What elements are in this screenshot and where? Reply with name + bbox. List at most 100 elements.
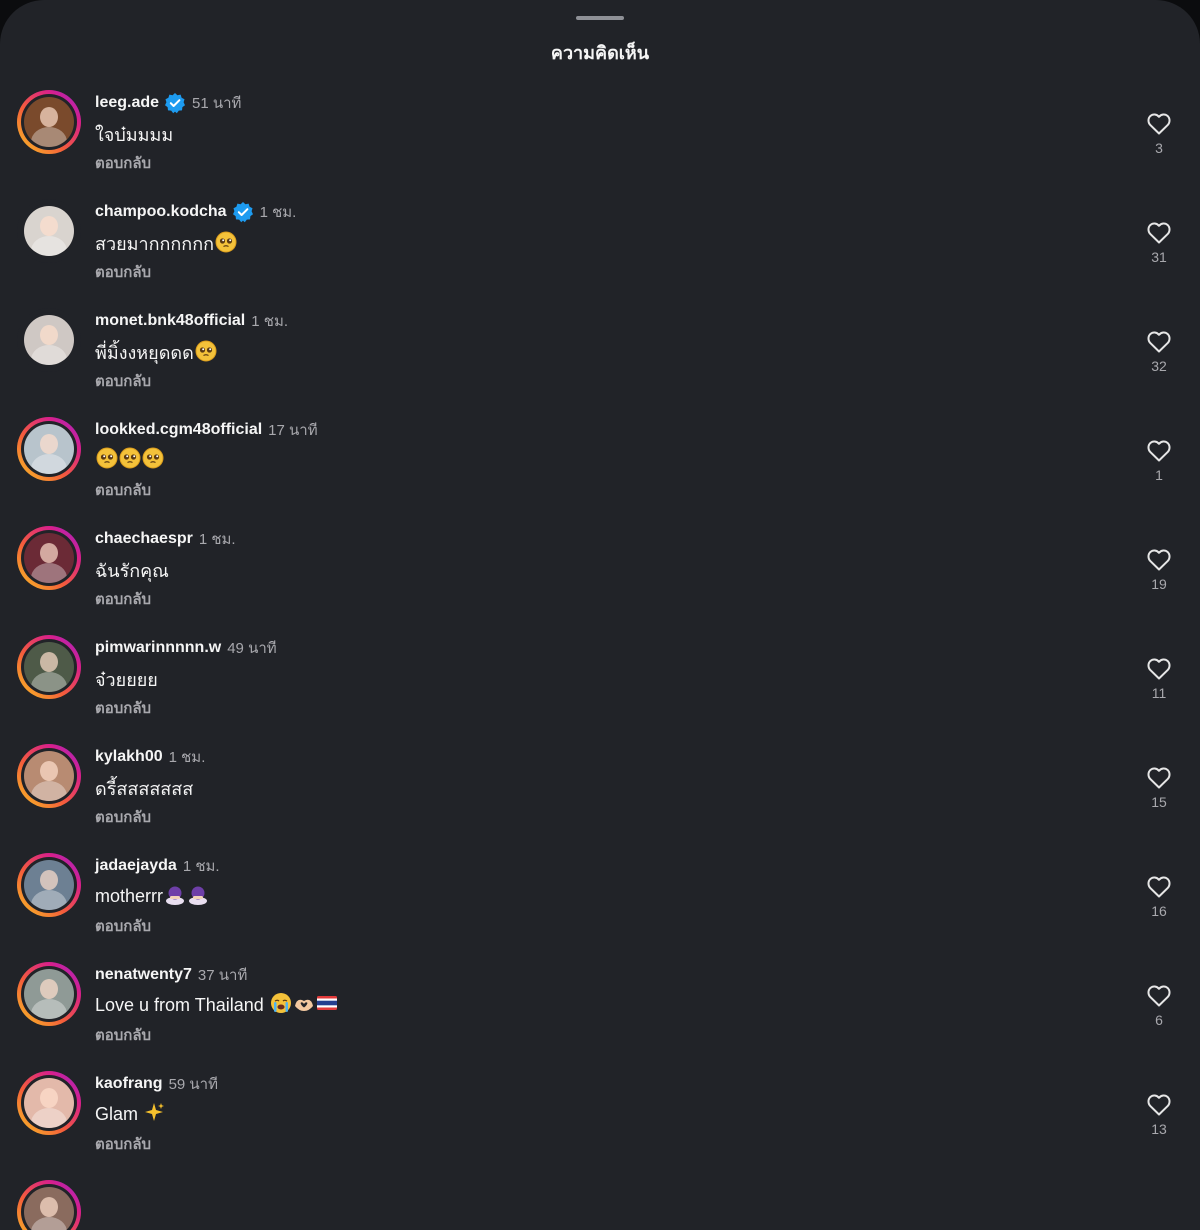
- like-button[interactable]: 19: [1138, 548, 1180, 598]
- comment-time: 51 นาที: [192, 95, 242, 112]
- comment-text: พี่มิ้งงหยุดดด: [95, 338, 217, 367]
- heart-icon[interactable]: [1138, 766, 1180, 790]
- like-button[interactable]: 6: [1138, 984, 1180, 1034]
- avatar[interactable]: [17, 962, 81, 1026]
- comment-text-body: Love u from Thailand: [95, 995, 269, 1015]
- comment-time: 1 ชม.: [168, 749, 206, 766]
- comments-sheet: ความคิดเห็น leeg.ade 51 นาที ใจบ๋มมมม ตอบกล…: [0, 0, 1200, 1230]
- pleading-face-emoji: [95, 447, 118, 470]
- comment-time: 17 นาที: [268, 422, 318, 439]
- pleading-face-emoji: [214, 231, 237, 254]
- heart-icon[interactable]: [1138, 221, 1180, 245]
- drag-handle[interactable]: [576, 16, 624, 20]
- comment-time: 1 ชม.: [182, 858, 220, 875]
- avatar[interactable]: [17, 308, 81, 372]
- comment-header: champoo.kodcha 1 ชม.: [95, 201, 296, 223]
- verified-badge-icon: [232, 201, 254, 223]
- comment-row: kaofrang 59 นาที Glam ตอบกลับ 13: [0, 1068, 1200, 1177]
- pleading-face-emoji: [118, 447, 141, 470]
- reply-button[interactable]: ตอบกลับ: [95, 478, 151, 502]
- avatar[interactable]: [17, 1180, 81, 1230]
- like-button[interactable]: 16: [1138, 875, 1180, 925]
- comment-time: 49 นาที: [227, 640, 277, 657]
- comment-text-body: ใจบ๋มมมม: [95, 125, 174, 145]
- heart-icon[interactable]: [1138, 548, 1180, 572]
- comment-text: ใจบ๋มมมม: [95, 120, 173, 149]
- heart-icon[interactable]: [1138, 112, 1180, 136]
- reply-button[interactable]: ตอบกลับ: [95, 1023, 151, 1047]
- comment-row: pimwarinnnnn.w 49 นาทีจ๋วยยยยตอบกลับ 11: [0, 632, 1200, 741]
- like-button[interactable]: 1: [1138, 439, 1180, 489]
- flag-thailand-emoji: [315, 995, 338, 1015]
- heart-icon[interactable]: [1138, 439, 1180, 463]
- comment-text: motherrr: [95, 883, 209, 907]
- like-button[interactable]: 13: [1138, 1093, 1180, 1143]
- comment-header: nenatwenty7 37 นาที: [95, 964, 247, 986]
- pleading-face-emoji: [194, 340, 217, 363]
- username[interactable]: champoo.kodcha: [95, 203, 227, 221]
- avatar[interactable]: [17, 90, 81, 154]
- comment-row: jadaejayda 1 ชม. motherrr ตอบกลับ 16: [0, 850, 1200, 959]
- reply-button[interactable]: ตอบกลับ: [95, 587, 151, 611]
- like-count: 3: [1155, 140, 1163, 156]
- username[interactable]: chaechaespr: [95, 530, 193, 548]
- heart-icon[interactable]: [1138, 1093, 1180, 1117]
- username[interactable]: nenatwenty7: [95, 966, 192, 984]
- username[interactable]: jadaejayda: [95, 857, 177, 875]
- comment-time: 1 ชม.: [251, 313, 288, 330]
- avatar[interactable]: [17, 1071, 81, 1135]
- comment-text: ฉันรักคุณ: [95, 556, 169, 585]
- reply-button[interactable]: ตอบกลับ: [95, 260, 151, 284]
- comment-text-body: พี่มิ้งงหยุดดด: [95, 343, 194, 363]
- comment-row: chaechaespr 1 ชม. ฉันรักคุณ ตอบกลับ 19: [0, 523, 1200, 632]
- avatar[interactable]: [17, 635, 81, 699]
- username[interactable]: kylakh00: [95, 748, 163, 766]
- like-button[interactable]: 32: [1138, 330, 1180, 380]
- comment-row: kylakh00 1 ชม. ดรี้สสสสสสส ตอบกลับ 15: [0, 741, 1200, 850]
- loudly-crying-face-emoji: [269, 993, 292, 1015]
- reply-button[interactable]: ตอบกลับ: [95, 151, 151, 175]
- like-count: 1: [1155, 467, 1163, 483]
- reply-button[interactable]: ตอบกลับ: [95, 696, 151, 720]
- reply-button[interactable]: ตอบกลับ: [95, 1132, 151, 1156]
- comment-header: pimwarinnnnn.w 49 นาที: [95, 637, 277, 659]
- avatar[interactable]: [17, 417, 81, 481]
- like-button[interactable]: 15: [1138, 766, 1180, 816]
- like-count: 32: [1151, 358, 1167, 374]
- like-count: 13: [1151, 1121, 1167, 1137]
- username[interactable]: leeg.ade: [95, 94, 159, 112]
- heart-icon[interactable]: [1138, 984, 1180, 1008]
- like-button[interactable]: 3: [1138, 112, 1180, 162]
- heart-icon[interactable]: [1138, 330, 1180, 354]
- reply-button[interactable]: ตอบกลับ: [95, 805, 151, 829]
- avatar[interactable]: [17, 744, 81, 808]
- reply-button[interactable]: ตอบกลับ: [95, 369, 151, 393]
- comment-text-body: Glam: [95, 1104, 144, 1124]
- username[interactable]: pimwarinnnnn.w: [95, 639, 221, 657]
- avatar[interactable]: [17, 526, 81, 590]
- comment-text: Glam: [95, 1101, 166, 1125]
- comment-text: สวยมากกกกกก: [95, 229, 237, 258]
- like-button[interactable]: 11: [1138, 657, 1180, 707]
- comment-row: lookked.cgm48official 17 นาทีตอบกลับ 1: [0, 414, 1200, 523]
- pleading-face-emoji: [141, 447, 164, 470]
- avatar[interactable]: [17, 199, 81, 263]
- like-count: 19: [1151, 576, 1167, 592]
- comment-list: leeg.ade 51 นาทีใจบ๋มมมมตอบกลับ 3 champoo.k…: [0, 87, 1200, 1230]
- avatar[interactable]: [17, 853, 81, 917]
- username[interactable]: lookked.cgm48official: [95, 421, 262, 439]
- bowing-woman-emoji: [163, 886, 186, 906]
- like-count: 6: [1155, 1012, 1163, 1028]
- comment-time: 1 ชม.: [259, 204, 297, 221]
- heart-icon[interactable]: [1138, 657, 1180, 681]
- comment-row: leeg.ade 51 นาทีใจบ๋มมมมตอบกลับ 3: [0, 87, 1200, 196]
- heart-icon[interactable]: [1138, 875, 1180, 899]
- comment-time: 59 นาที: [168, 1076, 218, 1093]
- like-button[interactable]: 31: [1138, 221, 1180, 271]
- username[interactable]: monet.bnk48official: [95, 312, 245, 330]
- username[interactable]: kaofrang: [95, 1075, 163, 1093]
- comment-text-body: จ๋วยยยย: [95, 670, 158, 690]
- reply-button[interactable]: ตอบกลับ: [95, 914, 151, 938]
- heart-hands-emoji: [292, 995, 315, 1015]
- comment-header: lookked.cgm48official 17 นาที: [95, 419, 318, 441]
